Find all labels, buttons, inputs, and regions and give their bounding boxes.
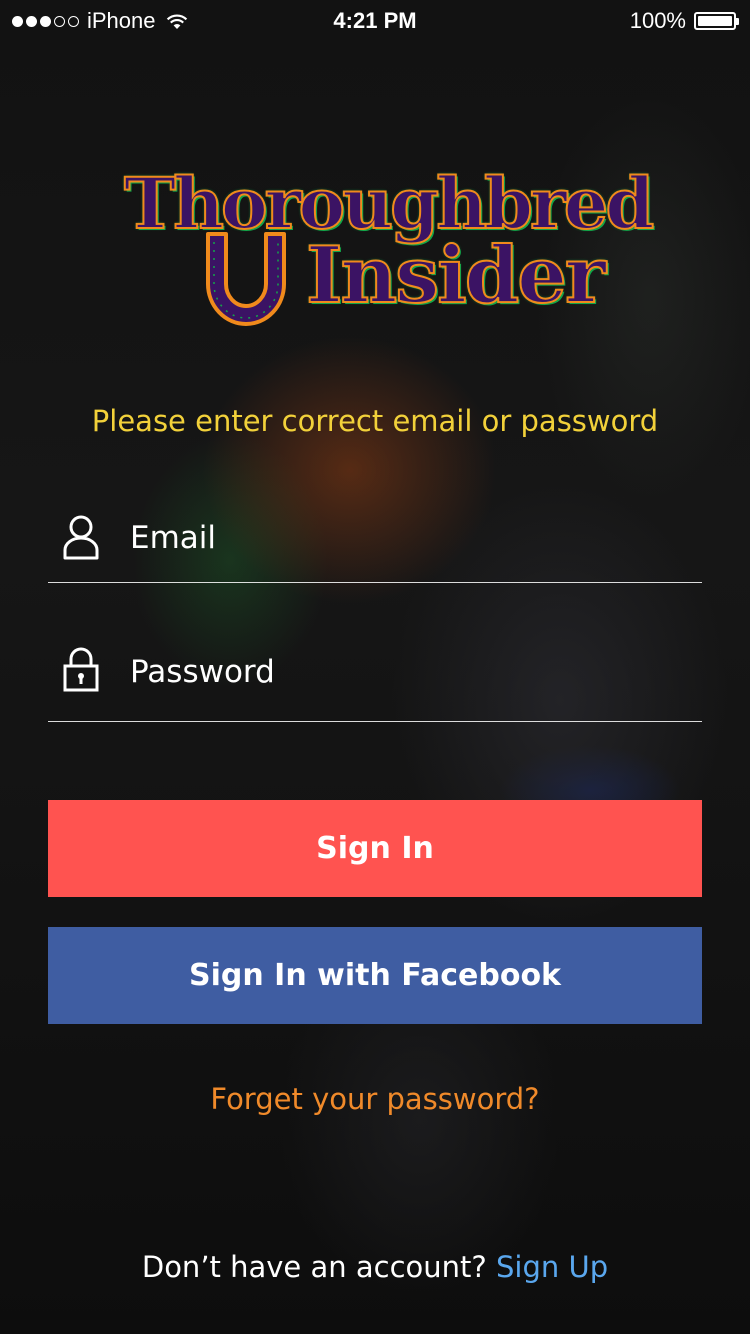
battery-icon bbox=[694, 12, 739, 30]
login-error-message: Please enter correct email or password bbox=[91, 404, 659, 438]
password-input[interactable] bbox=[130, 644, 690, 700]
sign-up-prompt: Don’t have an account? Sign Up bbox=[0, 1250, 750, 1284]
no-account-text: Don’t have an account? bbox=[141, 1250, 487, 1284]
app-logo: Thoroughbred Insider bbox=[118, 158, 655, 348]
email-field[interactable] bbox=[48, 500, 702, 583]
user-icon bbox=[63, 515, 99, 560]
forgot-password-link[interactable]: Forget your password? bbox=[0, 1082, 750, 1116]
lock-icon bbox=[63, 647, 99, 692]
sign-up-link[interactable]: Sign Up bbox=[496, 1250, 608, 1284]
status-right: 100% bbox=[629, 8, 739, 34]
email-input[interactable] bbox=[130, 510, 690, 566]
facebook-sign-in-button[interactable]: Sign In with Facebook bbox=[48, 927, 702, 1024]
logo-text-line2: Insider bbox=[305, 229, 607, 322]
status-bar: iPhone 4:21 PM 100% bbox=[0, 0, 750, 40]
horseshoe-icon bbox=[206, 232, 286, 326]
battery-level-fill bbox=[698, 16, 732, 26]
battery-percentage: 100% bbox=[629, 8, 686, 33]
login-screen: iPhone 4:21 PM 100% Thoroughbred Insider… bbox=[0, 0, 750, 1334]
password-field[interactable] bbox=[48, 630, 702, 722]
sign-in-button[interactable]: Sign In bbox=[48, 800, 702, 897]
